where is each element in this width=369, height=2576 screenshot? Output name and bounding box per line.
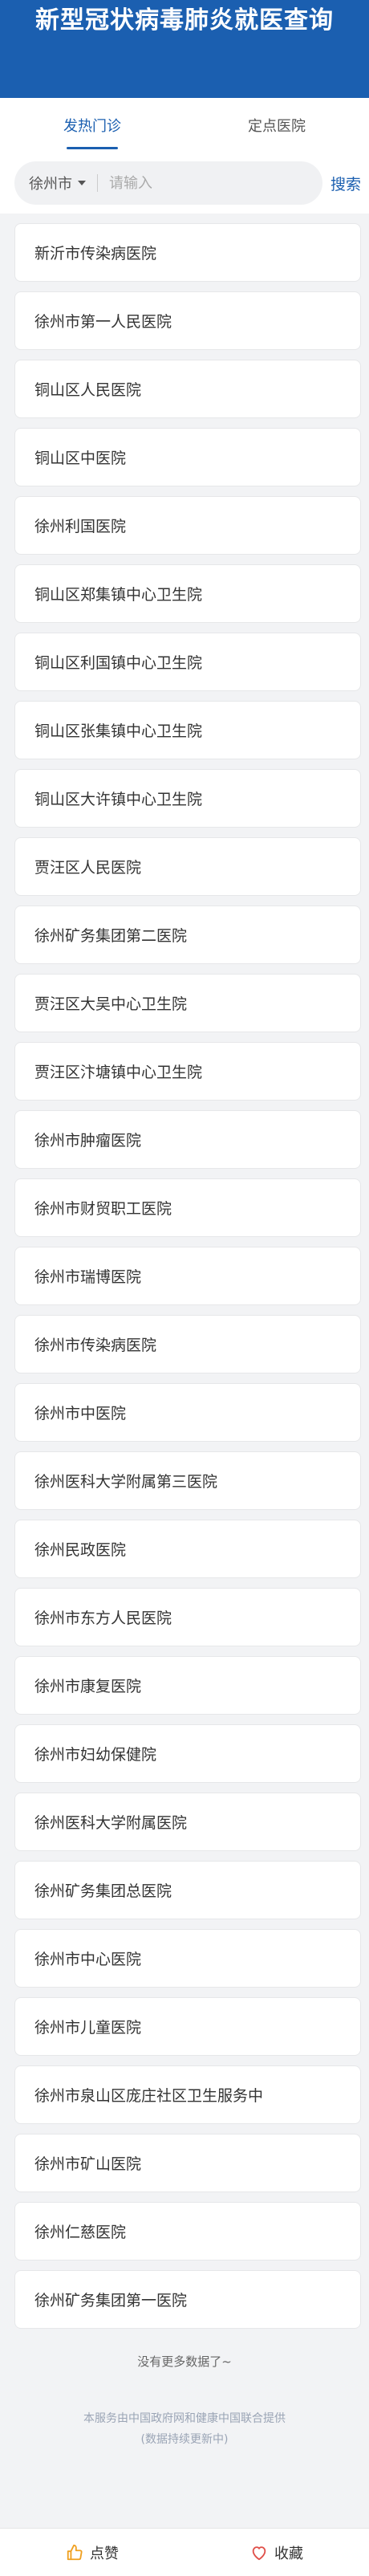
heart-icon	[250, 2544, 268, 2562]
hospital-list-item[interactable]: 徐州市第一人民医院	[14, 291, 361, 350]
search-bar: 徐州市 搜索	[0, 153, 369, 214]
hospital-list-item[interactable]: 徐州市康复医院	[14, 1656, 361, 1715]
hospital-list-item[interactable]: 徐州市中心医院	[14, 1929, 361, 1988]
hospital-list-item[interactable]: 徐州市财贸职工医院	[14, 1178, 361, 1237]
bottom-bar: 点赞 收藏	[0, 2528, 369, 2576]
page-title: 新型冠状病毒肺炎就医查询	[35, 6, 334, 35]
footer-line-2: (数据持续更新中)	[140, 2433, 229, 2446]
footer-note: 本服务由中国政府网和健康中国联合提供 (数据持续更新中)	[0, 2408, 369, 2450]
hospital-list-item[interactable]: 新沂市传染病医院	[14, 223, 361, 282]
list-end-text: 没有更多数据了~	[137, 2354, 232, 2369]
hospital-list-item[interactable]: 铜山区张集镇中心卫生院	[14, 701, 361, 759]
hospital-list-item[interactable]: 铜山区大许镇中心卫生院	[14, 769, 361, 828]
hospital-list-item[interactable]: 徐州市中医院	[14, 1383, 361, 1442]
hospital-list-item[interactable]: 铜山区人民医院	[14, 360, 361, 418]
search-input[interactable]	[109, 174, 270, 192]
like-label: 点赞	[90, 2545, 119, 2562]
hospital-list-item[interactable]: 徐州市泉山区庞庄社区卫生服务中	[14, 2065, 361, 2124]
hospital-list-item[interactable]: 徐州市儿童医院	[14, 1997, 361, 2056]
thumbs-up-icon	[66, 2544, 83, 2562]
city-selector[interactable]: 徐州市	[29, 174, 98, 193]
like-button[interactable]: 点赞	[0, 2529, 184, 2576]
page-header: 新型冠状病毒肺炎就医查询	[0, 0, 369, 98]
hospital-list-item[interactable]: 徐州市妇幼保健院	[14, 1724, 361, 1783]
tab-bar: 发热门诊 定点医院	[0, 98, 369, 153]
caret-down-icon	[78, 181, 86, 185]
hospital-list-item[interactable]: 徐州市传染病医院	[14, 1315, 361, 1373]
hospital-list-item[interactable]: 徐州民政医院	[14, 1520, 361, 1578]
hospital-list: 新沂市传染病医院 徐州市第一人民医院 铜山区人民医院 铜山区中医院 徐州利国医院 铜山区郑…	[0, 214, 369, 2329]
hospital-list-item[interactable]: 贾汪区汴塘镇中心卫生院	[14, 1042, 361, 1101]
hospital-list-item[interactable]: 徐州矿务集团第二医院	[14, 905, 361, 964]
hospital-list-item[interactable]: 铜山区郑集镇中心卫生院	[14, 564, 361, 623]
hospital-list-item[interactable]: 贾汪区人民医院	[14, 837, 361, 896]
hospital-list-item[interactable]: 徐州市肿瘤医院	[14, 1110, 361, 1169]
hospital-list-item[interactable]: 铜山区中医院	[14, 428, 361, 486]
hospital-list-item[interactable]: 铜山区利国镇中心卫生院	[14, 633, 361, 691]
tab-designated-hospital[interactable]: 定点医院	[184, 98, 369, 153]
hospital-list-item[interactable]: 徐州医科大学附属第三医院	[14, 1451, 361, 1510]
collect-button[interactable]: 收藏	[184, 2529, 369, 2576]
footer-line-1: 本服务由中国政府网和健康中国联合提供	[83, 2412, 286, 2425]
collect-label: 收藏	[274, 2545, 303, 2562]
hospital-list-item[interactable]: 徐州利国医院	[14, 496, 361, 555]
hospital-list-item[interactable]: 徐州市矿山医院	[14, 2134, 361, 2192]
hospital-list-item[interactable]: 徐州矿务集团第一医院	[14, 2270, 361, 2329]
search-box: 徐州市	[14, 161, 322, 205]
hospital-list-item[interactable]: 徐州市瑞博医院	[14, 1247, 361, 1305]
search-button[interactable]: 搜索	[330, 173, 361, 194]
hospital-list-item[interactable]: 徐州矿务集团总医院	[14, 1861, 361, 1919]
tab-fever-clinic[interactable]: 发热门诊	[0, 98, 184, 153]
hospital-list-item[interactable]: 徐州医科大学附属医院	[14, 1793, 361, 1851]
city-label: 徐州市	[29, 176, 72, 193]
hospital-list-item[interactable]: 贾汪区大吴中心卫生院	[14, 974, 361, 1032]
hospital-list-item[interactable]: 徐州市东方人民医院	[14, 1588, 361, 1646]
hospital-list-item[interactable]: 徐州仁慈医院	[14, 2202, 361, 2261]
